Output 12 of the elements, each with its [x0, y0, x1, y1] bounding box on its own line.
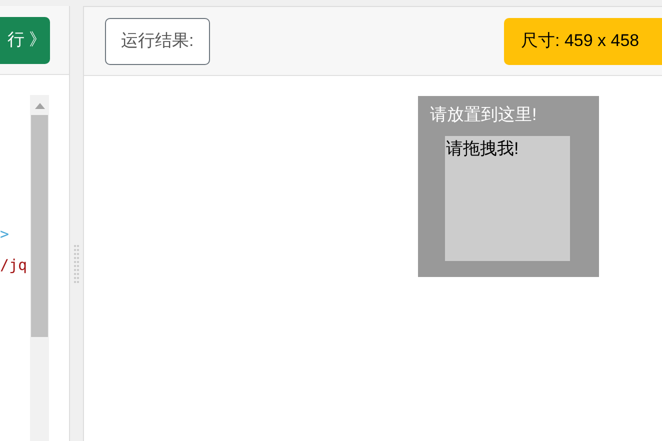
- scrollbar[interactable]: [30, 95, 49, 441]
- code-line: /jq: [0, 255, 28, 276]
- drag-item-label: 请拖拽我!: [446, 139, 519, 158]
- drop-zone-label: 请放置到这里!: [430, 105, 537, 124]
- drag-item[interactable]: 请拖拽我!: [445, 136, 570, 261]
- run-button[interactable]: 行 》: [0, 16, 50, 64]
- scroll-up-icon[interactable]: [34, 103, 44, 109]
- scrollbar-thumb[interactable]: [31, 115, 48, 337]
- code-line: >: [0, 224, 10, 245]
- result-button[interactable]: 运行结果:: [105, 18, 210, 64]
- resize-grip-icon[interactable]: [74, 244, 80, 282]
- size-badge: 尺寸: 459 x 458: [504, 18, 662, 64]
